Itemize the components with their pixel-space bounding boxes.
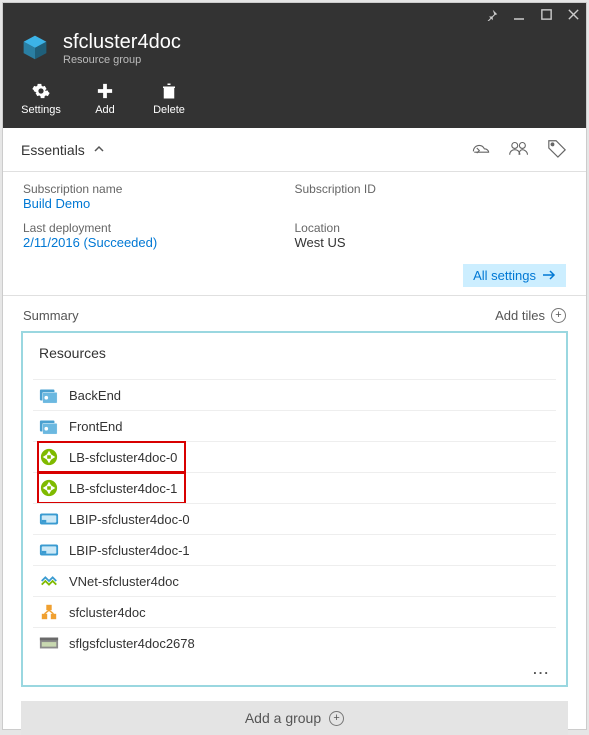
essentials-toggle[interactable]: Essentials (21, 142, 105, 158)
resource-name: BackEnd (69, 388, 121, 403)
more-button[interactable]: ... (33, 658, 556, 677)
resource-group-icon (21, 33, 49, 64)
essentials-bar: Essentials (3, 128, 586, 172)
resource-list: BackEnd FrontEnd LB-sfcluster4doc-0 LB-sfcl… (33, 379, 556, 658)
resource-name: LB-sfcluster4doc-0 (69, 450, 177, 465)
resource-item[interactable]: BackEnd (33, 379, 556, 410)
pin-icon[interactable] (486, 9, 498, 24)
add-tiles-link[interactable]: Add tiles + (495, 308, 566, 323)
resource-item[interactable]: FrontEnd (33, 410, 556, 441)
resource-item[interactable]: LB-sfcluster4doc-0 (33, 441, 556, 472)
loadbalancer-icon (39, 479, 59, 497)
subscription-name-label: Subscription name (23, 182, 295, 196)
storage-icon (39, 634, 59, 652)
resource-name: VNet-sfcluster4doc (69, 574, 179, 589)
loadbalancer-icon (39, 448, 59, 466)
page-subtitle: Resource group (63, 54, 181, 66)
essentials-body: Subscription name Build Demo Last deploy… (3, 172, 586, 296)
resource-name: sflgsfcluster4doc2678 (69, 636, 195, 651)
users-icon[interactable] (508, 138, 530, 161)
resource-item[interactable]: VNet-sfcluster4doc (33, 565, 556, 596)
summary-bar: Summary Add tiles + (3, 296, 586, 331)
close-icon[interactable] (567, 8, 580, 24)
vnet-icon (39, 572, 59, 590)
subscription-id-label: Subscription ID (295, 182, 567, 196)
chevron-up-icon (93, 142, 105, 158)
header: sfcluster4doc Resource group Settings Ad… (3, 3, 586, 128)
publicip-icon (39, 541, 59, 559)
location-label: Location (295, 221, 567, 235)
last-deployment-label: Last deployment (23, 221, 295, 235)
cloudservice-icon (39, 386, 59, 404)
resource-item[interactable]: LB-sfcluster4doc-1 (33, 472, 556, 503)
add-group-button[interactable]: Add a group + (21, 701, 568, 735)
publicip-icon (39, 510, 59, 528)
resource-item[interactable]: LBIP-sfcluster4doc-0 (33, 503, 556, 534)
resource-item[interactable]: sflgsfcluster4doc2678 (33, 627, 556, 658)
resources-box: Resources BackEnd FrontEnd LB-sfcluster4do… (21, 331, 568, 687)
resource-item[interactable]: LBIP-sfcluster4doc-1 (33, 534, 556, 565)
window-controls (3, 3, 586, 29)
arrow-right-icon (542, 268, 556, 283)
page-title: sfcluster4doc (63, 31, 181, 54)
resource-name: LB-sfcluster4doc-1 (69, 481, 177, 496)
last-deployment-value[interactable]: 2/11/2016 (Succeeded) (23, 235, 295, 250)
resource-name: FrontEnd (69, 419, 122, 434)
subscription-name-value[interactable]: Build Demo (23, 196, 295, 211)
plus-circle-icon: + (329, 711, 344, 726)
maximize-icon[interactable] (540, 8, 553, 24)
add-button[interactable]: Add (85, 82, 125, 116)
settings-button[interactable]: Settings (21, 82, 61, 116)
resource-group-panel: sfcluster4doc Resource group Settings Ad… (2, 2, 587, 730)
resource-name: LBIP-sfcluster4doc-0 (69, 512, 190, 527)
cloudservice-icon (39, 417, 59, 435)
summary-heading: Summary (23, 308, 79, 323)
resource-name: sfcluster4doc (69, 605, 146, 620)
sfcluster-icon (39, 603, 59, 621)
toolbar: Settings Add Delete (3, 76, 586, 128)
all-settings-link[interactable]: All settings (463, 264, 566, 287)
resource-name: LBIP-sfcluster4doc-1 (69, 543, 190, 558)
resource-item[interactable]: sfcluster4doc (33, 596, 556, 627)
subscription-id-value (295, 196, 567, 211)
resources-heading: Resources (33, 345, 556, 379)
title-row: sfcluster4doc Resource group (3, 29, 586, 76)
delete-button[interactable]: Delete (149, 82, 189, 116)
minimize-icon[interactable] (512, 8, 526, 25)
location-value: West US (295, 235, 567, 250)
quickstart-icon[interactable] (470, 138, 492, 161)
tags-icon[interactable] (546, 138, 568, 161)
plus-circle-icon: + (551, 308, 566, 323)
